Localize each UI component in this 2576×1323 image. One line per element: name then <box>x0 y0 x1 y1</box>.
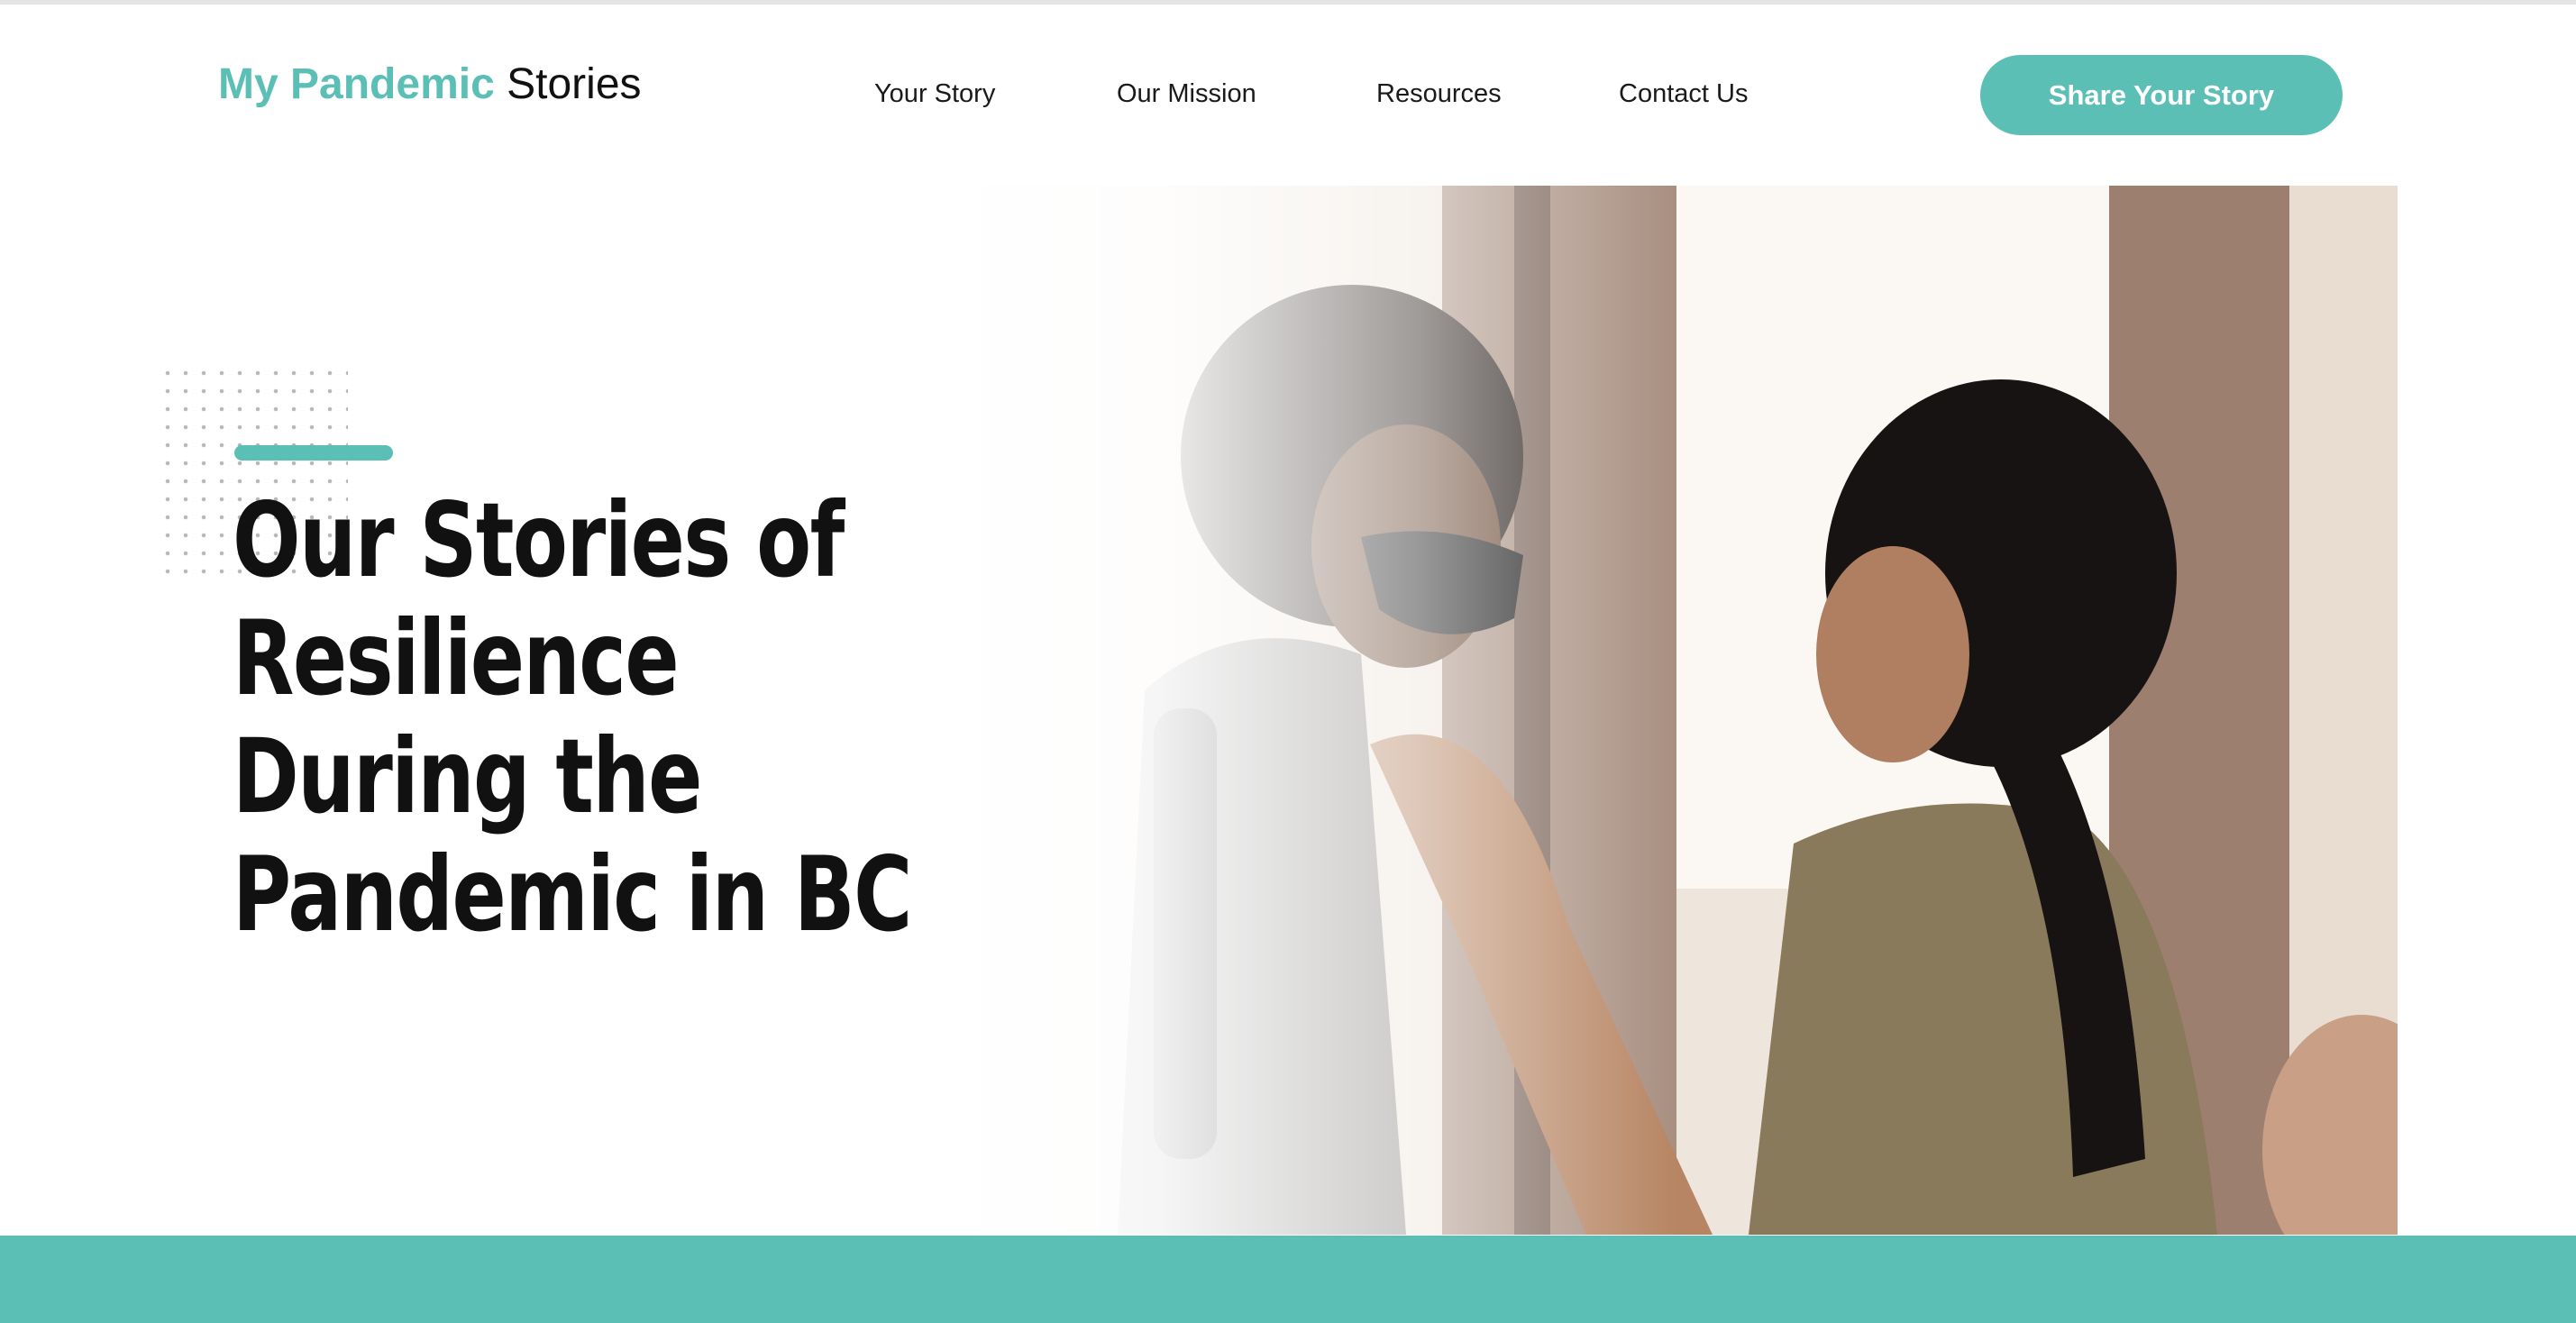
nav-resources[interactable]: Resources <box>1376 79 1502 109</box>
nav-contact-us[interactable]: Contact Us <box>1619 79 1748 109</box>
hero-title: Our Stories of Resilience During the Pan… <box>233 480 912 954</box>
top-border <box>0 0 2576 5</box>
logo-rest-text: Stories <box>507 60 642 108</box>
nav-our-mission[interactable]: Our Mission <box>1117 79 1256 109</box>
hero-title-line-3: During the <box>233 716 702 836</box>
nav-your-story[interactable]: Your Story <box>874 79 995 109</box>
hero-title-line-4: Pandemic in BC <box>233 835 912 954</box>
share-your-story-button[interactable]: Share Your Story <box>1980 55 2343 135</box>
logo-accent-text: My Pandemic <box>218 60 495 108</box>
bottom-accent-band <box>0 1236 2576 1323</box>
title-accent-bar <box>234 445 393 461</box>
hero-title-line-2: Resilience <box>233 598 680 718</box>
hero-title-line-1: Our Stories of <box>233 480 845 600</box>
hero-photo-fade <box>937 186 1676 1235</box>
site-logo[interactable]: My Pandemic Stories <box>218 59 642 109</box>
